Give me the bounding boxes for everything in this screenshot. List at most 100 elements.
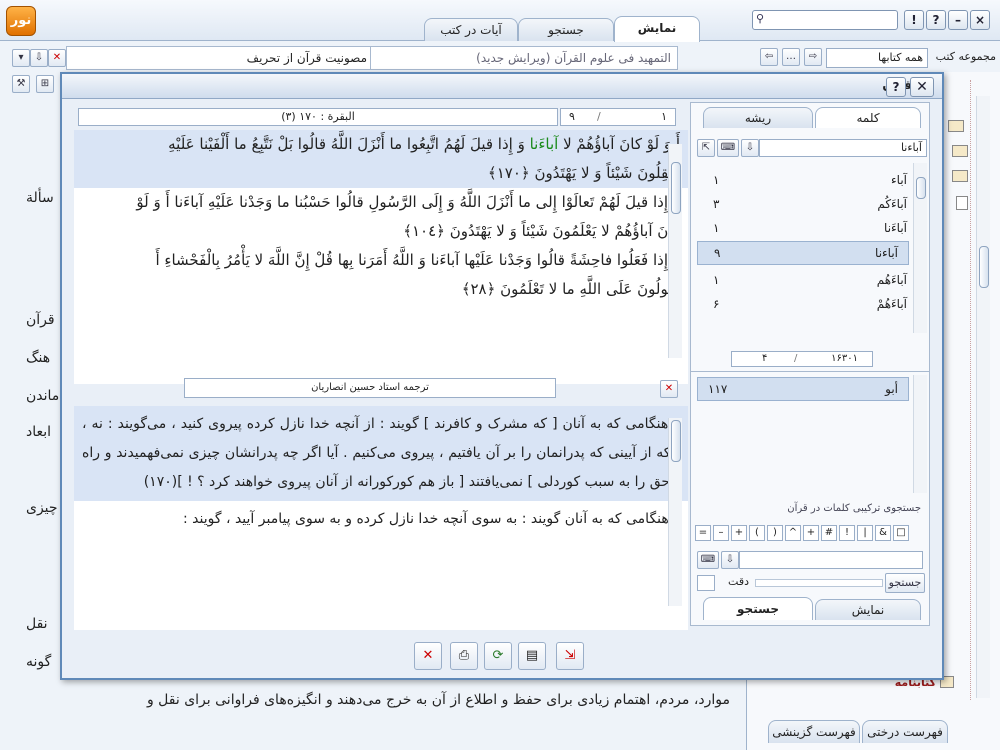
- delete-button[interactable]: ✕: [414, 642, 442, 670]
- arrow-down-icon[interactable]: ⇩: [741, 139, 759, 157]
- page-nav-field[interactable]: ۱ / ۹: [560, 108, 676, 126]
- doc-title-center[interactable]: التمهید فی علوم القرآن (ویرایش جدید): [370, 46, 678, 70]
- op-button[interactable]: !: [839, 525, 855, 541]
- tree-scroll-thumb[interactable]: [979, 246, 989, 288]
- collection-select[interactable]: همه کتابها: [826, 48, 928, 68]
- word-list-scroll-thumb[interactable]: [916, 177, 926, 199]
- bg-text-line: قرآن: [26, 312, 55, 328]
- print-button[interactable]: ⎙: [450, 642, 478, 670]
- op-button[interactable]: –: [713, 525, 729, 541]
- op-button[interactable]: +: [803, 525, 819, 541]
- close-button[interactable]: ×: [970, 10, 990, 30]
- op-button[interactable]: □: [893, 525, 909, 541]
- keyboard-icon[interactable]: ⌨: [697, 551, 719, 569]
- word-list-scrollbar[interactable]: [913, 163, 927, 333]
- verse-text: وَ إِذا فَعَلُوا فاحِشَةً قالُوا وَجَدْن…: [155, 251, 680, 269]
- exact-label: دقت: [728, 575, 749, 588]
- op-button[interactable]: &: [875, 525, 891, 541]
- help-button[interactable]: ?: [926, 10, 946, 30]
- op-button[interactable]: ): [767, 525, 783, 541]
- arrow-down-icon[interactable]: ⇩: [721, 551, 739, 569]
- tab-verses-in-books[interactable]: آیات در کتب: [424, 18, 518, 41]
- bg-text-line: نقل: [26, 616, 48, 632]
- minimize-button[interactable]: –: [948, 10, 968, 30]
- export-button[interactable]: ⇲: [556, 642, 584, 670]
- quran-scrollbar[interactable]: [668, 144, 682, 358]
- translation-scrollbar[interactable]: [668, 418, 682, 606]
- verse-block[interactable]: أَ وَ لَوْ كانَ آباؤُهُمْ لا آباءَنا وَ …: [74, 130, 688, 188]
- translation-text: و هنگامی که به آنان [ که مشرک و کافرند ]…: [74, 406, 688, 501]
- word-row[interactable]: آباءَنا ۱: [697, 217, 917, 239]
- root-text: أبو: [885, 382, 898, 396]
- word-row-selected[interactable]: آباءنا ۹: [697, 241, 909, 265]
- word-count: ۳: [713, 197, 720, 211]
- tools-icon[interactable]: ⚒: [12, 75, 30, 93]
- op-button[interactable]: #: [821, 525, 837, 541]
- combo-search-input[interactable]: [739, 551, 923, 569]
- refresh-button[interactable]: ⟳: [484, 642, 512, 670]
- root-list-scrollbar[interactable]: [913, 375, 927, 493]
- arrow-down-icon[interactable]: ⇩: [30, 49, 48, 67]
- root-row-selected[interactable]: أبو ۱۱۷: [697, 377, 909, 401]
- tab-display[interactable]: نمایش: [614, 16, 700, 42]
- back-arrow-icon[interactable]: ⇦: [760, 48, 778, 66]
- close-doc-icon[interactable]: ✕: [48, 49, 66, 67]
- search-button[interactable]: جستجو: [885, 573, 925, 593]
- highlighted-word: آباءَنا: [529, 135, 559, 153]
- translator-select[interactable]: ترجمه استاد حسین انصاریان: [184, 378, 556, 398]
- tab-word[interactable]: کلمه: [815, 107, 921, 128]
- word-row[interactable]: آباءَهُم ۱: [697, 269, 917, 291]
- progress-bar: [755, 579, 883, 587]
- grid-icon[interactable]: ⊞: [36, 75, 54, 93]
- word-text: آباءَهُم: [876, 273, 907, 287]
- tree-scrollbar[interactable]: [976, 96, 990, 698]
- tab-root[interactable]: ریشه: [703, 107, 813, 128]
- op-button[interactable]: =: [695, 525, 711, 541]
- word-search-input[interactable]: آباءنا: [759, 139, 927, 157]
- op-button[interactable]: (: [749, 525, 765, 541]
- operator-toolbar: = – + ( ) ^ + # ! | & □: [695, 525, 923, 541]
- tab-selective-list[interactable]: فهرست گزینشی: [768, 720, 860, 743]
- tab-tree-list[interactable]: فهرست درختی: [862, 720, 948, 743]
- dropdown-icon[interactable]: ▾: [12, 49, 30, 67]
- tab-search[interactable]: جستجو: [518, 18, 614, 41]
- verse-text: وَ إِذا قيلَ لَهُمُ اتَّبِعُوا ما أَنْزَ…: [168, 135, 525, 153]
- doc-title-left[interactable]: مصونیت قرآن از تحریف: [66, 46, 376, 70]
- verse-text: يَعْقِلُونَ شَيْئاً وَ لا يَهْتَدُونَ ﴿١…: [487, 164, 680, 182]
- translation-scroll-thumb[interactable]: [671, 420, 681, 462]
- dialog-close-button[interactable]: ✕: [910, 77, 934, 97]
- verse-block[interactable]: وَ إِذا قيلَ لَهُمْ تَعالَوْا إِلى ما أَ…: [74, 188, 688, 246]
- forward-arrow-icon[interactable]: ⇨: [804, 48, 822, 66]
- more-icon[interactable]: …: [782, 48, 800, 66]
- word-row[interactable]: آباءَکُم ۳: [697, 193, 917, 215]
- word-text: آباءَهُمْ: [876, 297, 907, 311]
- keyboard-icon[interactable]: ⌨: [717, 139, 739, 157]
- word-row[interactable]: آباءَهُمْ ۶: [697, 293, 917, 315]
- verse-location-field[interactable]: (۳) البقرة : ۱۷۰: [78, 108, 558, 126]
- expand-icon[interactable]: ⇱: [697, 139, 715, 157]
- global-search-input[interactable]: ⚲: [752, 10, 898, 30]
- verse-text: وَ إِذا قيلَ لَهُمْ تَعالَوْا إِلى ما أَ…: [136, 193, 680, 211]
- page-icon[interactable]: [956, 196, 968, 210]
- quran-dialog: قرآن ? ✕ (۳) البقرة : ۱۷۰ ۱ / ۹ أَ وَ لَ…: [60, 72, 944, 680]
- tab-show[interactable]: نمایش: [815, 599, 921, 620]
- page-total: ۹: [569, 110, 575, 123]
- app-logo[interactable]: نور: [6, 6, 36, 36]
- close-translation-icon[interactable]: ✕: [660, 380, 678, 398]
- exact-checkbox[interactable]: [697, 575, 715, 591]
- alert-button[interactable]: !: [904, 10, 924, 30]
- dialog-help-button[interactable]: ?: [886, 77, 906, 97]
- book-icon[interactable]: [952, 170, 968, 182]
- op-button[interactable]: ^: [785, 525, 801, 541]
- word-row[interactable]: آباء ۱: [697, 169, 917, 191]
- book-icon[interactable]: [948, 120, 964, 132]
- op-button[interactable]: |: [857, 525, 873, 541]
- book-icon[interactable]: [952, 145, 968, 157]
- root-count: ۱۱۷: [708, 382, 728, 396]
- copy-button[interactable]: ▤: [518, 642, 546, 670]
- verse-block[interactable]: وَ إِذا فَعَلُوا فاحِشَةً قالُوا وَجَدْن…: [74, 246, 688, 304]
- tab-search-bottom[interactable]: جستجو: [703, 597, 813, 620]
- bg-text-line: هنگ: [26, 350, 51, 366]
- quran-scroll-thumb[interactable]: [671, 162, 681, 214]
- op-button[interactable]: +: [731, 525, 747, 541]
